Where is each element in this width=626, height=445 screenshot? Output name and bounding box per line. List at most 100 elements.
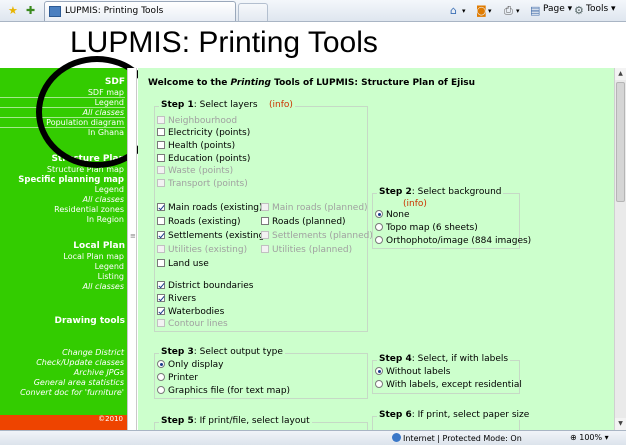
chevron-down-icon[interactable]: ▾	[516, 4, 520, 18]
layer-main-roads-planned[interactable]: Main roads (planned)	[261, 202, 368, 214]
checkbox[interactable]	[157, 179, 165, 187]
checkbox[interactable]	[157, 307, 165, 315]
checkbox[interactable]	[157, 128, 165, 136]
layer-electricity[interactable]: Electricity (points)	[157, 127, 250, 139]
checkbox[interactable]	[157, 154, 165, 162]
background-topo-map[interactable]: Topo map (6 sheets)	[375, 222, 478, 234]
checkbox[interactable]	[261, 203, 269, 211]
step3-title: Step 3: Select output type	[159, 347, 285, 357]
layer-settlements-planned[interactable]: Settlements (planned)	[261, 230, 373, 242]
radio-button[interactable]	[157, 360, 165, 368]
labels-without[interactable]: Without labels	[375, 366, 451, 378]
layer-roads-planned[interactable]: Roads (planned)	[261, 216, 346, 228]
scroll-down-icon[interactable]: ▼	[615, 418, 626, 430]
layer-main-roads-existing[interactable]: Main roads (existing)	[157, 202, 263, 214]
layer-rivers[interactable]: Rivers	[157, 293, 196, 305]
new-tab-button[interactable]	[238, 3, 268, 21]
radio-button[interactable]	[375, 210, 383, 218]
sidebar-item-in-region[interactable]: In Region	[0, 215, 125, 225]
sidebar-heading-drawing-tools[interactable]: Drawing tools	[0, 315, 125, 327]
step1-title: Step 1: Select layers (info)	[159, 100, 295, 110]
radio-button[interactable]	[157, 386, 165, 394]
layer-education[interactable]: Education (points)	[157, 153, 250, 165]
step3-fieldset: Step 3: Select output type Only display …	[154, 347, 368, 399]
sidebar-item-archive-jpgs[interactable]: Archive JPGs	[0, 368, 125, 378]
layer-transport[interactable]: Transport (points)	[157, 178, 248, 190]
home-icon[interactable]: ⌂	[450, 4, 457, 18]
checkbox[interactable]	[157, 259, 165, 267]
globe-icon	[392, 433, 401, 442]
checkbox[interactable]	[157, 319, 165, 327]
checkbox[interactable]	[157, 217, 165, 225]
grip-icon: ≡	[130, 232, 136, 240]
checkbox[interactable]	[157, 166, 165, 174]
step1-info-link[interactable]: (info)	[269, 100, 293, 110]
frame-splitter[interactable]: ≡	[127, 68, 137, 430]
scroll-up-icon[interactable]: ▲	[615, 68, 626, 80]
layer-neighbourhood[interactable]: Neighbourhood	[157, 115, 237, 127]
layer-health[interactable]: Health (points)	[157, 140, 235, 152]
step2-fieldset: Step 2: Select background (info) None To…	[372, 187, 531, 249]
background-none[interactable]: None	[375, 209, 409, 221]
layer-utilities-planned[interactable]: Utilities (planned)	[261, 244, 352, 256]
sidebar-item-local-plan-map[interactable]: Local Plan map	[0, 252, 125, 262]
layer-district-boundaries[interactable]: District boundaries	[157, 280, 253, 292]
checkbox[interactable]	[157, 141, 165, 149]
page-menu-button[interactable]: Page ▾	[543, 4, 572, 14]
chevron-down-icon[interactable]: ▾	[462, 4, 466, 18]
checkbox[interactable]	[261, 217, 269, 225]
checkbox[interactable]	[157, 281, 165, 289]
radio-button[interactable]	[375, 236, 383, 244]
layer-utilities-existing[interactable]: Utilities (existing)	[157, 244, 247, 256]
layer-land-use[interactable]: Land use	[157, 258, 209, 270]
status-bar: Internet | Protected Mode: On ⊕ 100% ▾	[0, 430, 626, 445]
layer-settlements-existing[interactable]: Settlements (existing)	[157, 230, 268, 242]
print-icon[interactable]: ⎙	[504, 4, 513, 18]
checkbox[interactable]	[157, 245, 165, 253]
layer-waste[interactable]: Waste (points)	[157, 165, 233, 177]
tools-menu-button[interactable]: Tools ▾	[586, 4, 616, 14]
sidebar-item-legend[interactable]: Legend	[0, 262, 125, 272]
step2-title: Step 2: Select background	[377, 187, 504, 197]
checkbox[interactable]	[261, 245, 269, 253]
sidebar-item-change-district[interactable]: Change District	[0, 348, 125, 358]
add-favorite-icon[interactable]: ✚	[26, 4, 35, 18]
sidebar-footer: ©2010	[0, 415, 127, 430]
output-graphics-file[interactable]: Graphics file (for text map)	[157, 385, 290, 397]
layer-waterbodies[interactable]: Waterbodies	[157, 306, 224, 318]
scrollbar-thumb[interactable]	[616, 82, 625, 202]
sidebar-item-legend[interactable]: Legend	[0, 185, 125, 195]
radio-button[interactable]	[375, 223, 383, 231]
sidebar-item-all-classes[interactable]: All classes	[0, 195, 125, 205]
sidebar-item-convert-doc[interactable]: Convert doc for 'furniture'	[0, 388, 125, 398]
radio-button[interactable]	[375, 367, 383, 375]
radio-button[interactable]	[157, 373, 165, 381]
sidebar-item-general-area-statistics[interactable]: General area statistics	[0, 378, 125, 388]
checkbox[interactable]	[157, 231, 165, 239]
checkbox[interactable]	[157, 116, 165, 124]
star-icon[interactable]: ★	[8, 4, 18, 18]
step2-info-link[interactable]: (info)	[403, 199, 427, 209]
sidebar-item-check-update-classes[interactable]: Check/Update classes	[0, 358, 125, 368]
layer-roads-existing[interactable]: Roads (existing)	[157, 216, 241, 228]
chevron-down-icon[interactable]: ▾	[488, 4, 492, 18]
sidebar-local-plan-group: Local Plan Local Plan map Legend Listing…	[0, 240, 125, 292]
checkbox[interactable]	[261, 231, 269, 239]
checkbox[interactable]	[157, 294, 165, 302]
sidebar-item-all-classes[interactable]: All classes	[0, 282, 125, 292]
layer-contour-lines[interactable]: Contour lines	[157, 318, 228, 330]
security-zone[interactable]: Internet | Protected Mode: On	[392, 433, 522, 443]
vertical-scrollbar[interactable]: ▲ ▼	[614, 68, 626, 430]
labels-with-except-residential[interactable]: With labels, except residential	[375, 379, 522, 391]
zoom-level[interactable]: ⊕ 100% ▾	[570, 433, 609, 442]
sidebar-item-residential-zones[interactable]: Residential zones	[0, 205, 125, 215]
checkbox[interactable]	[157, 203, 165, 211]
sidebar-item-listing[interactable]: Listing	[0, 272, 125, 282]
output-only-display[interactable]: Only display	[157, 359, 223, 371]
background-orthophoto[interactable]: Orthophoto/image (884 images)	[375, 235, 531, 247]
rss-icon[interactable]: ◙	[476, 4, 487, 18]
output-printer[interactable]: Printer	[157, 372, 198, 384]
browser-tab[interactable]: LUPMIS: Printing Tools	[44, 1, 236, 21]
radio-button[interactable]	[375, 380, 383, 388]
sidebar-item-specific-planning-map[interactable]: Specific planning map	[0, 175, 125, 185]
